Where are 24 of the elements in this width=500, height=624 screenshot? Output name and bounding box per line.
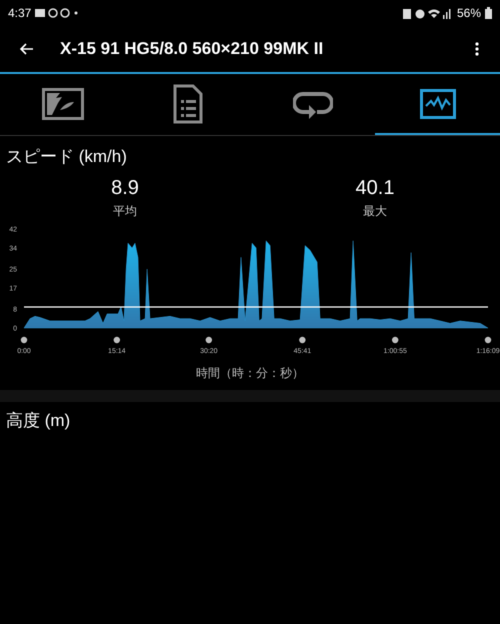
battery-percent: 56% <box>456 5 481 22</box>
x-tick-dot <box>20 336 28 344</box>
x-tick-dot <box>392 336 398 344</box>
stat-label: 平均 <box>113 203 137 220</box>
axis-title: 時間（時：分：秒） <box>196 365 304 382</box>
clock-time: 4:37 <box>8 5 32 22</box>
section-title: スピード (km/h) <box>6 147 127 166</box>
more-vertical-icon <box>475 42 479 56</box>
stat-value: 8.9 <box>111 176 139 200</box>
status-icons <box>402 8 453 18</box>
stat-value: 40.1 <box>356 176 394 200</box>
x-tick-dot <box>299 336 306 344</box>
back-arrow-icon <box>20 43 34 55</box>
battery-icon <box>485 7 492 19</box>
stat-label: 最大 <box>363 203 387 220</box>
x-tick-dot <box>484 336 492 344</box>
x-tick-dot <box>206 336 212 344</box>
document-list-icon <box>172 84 202 124</box>
notification-icons <box>35 8 80 18</box>
map-picture-icon <box>42 88 84 120</box>
x-tick-dot <box>114 336 120 344</box>
section-title: 高度 (m) <box>6 411 70 430</box>
activity-chart-icon <box>420 88 456 118</box>
page-title: X-15 91 HG5/8.0 560×210 99MK II <box>60 38 324 60</box>
